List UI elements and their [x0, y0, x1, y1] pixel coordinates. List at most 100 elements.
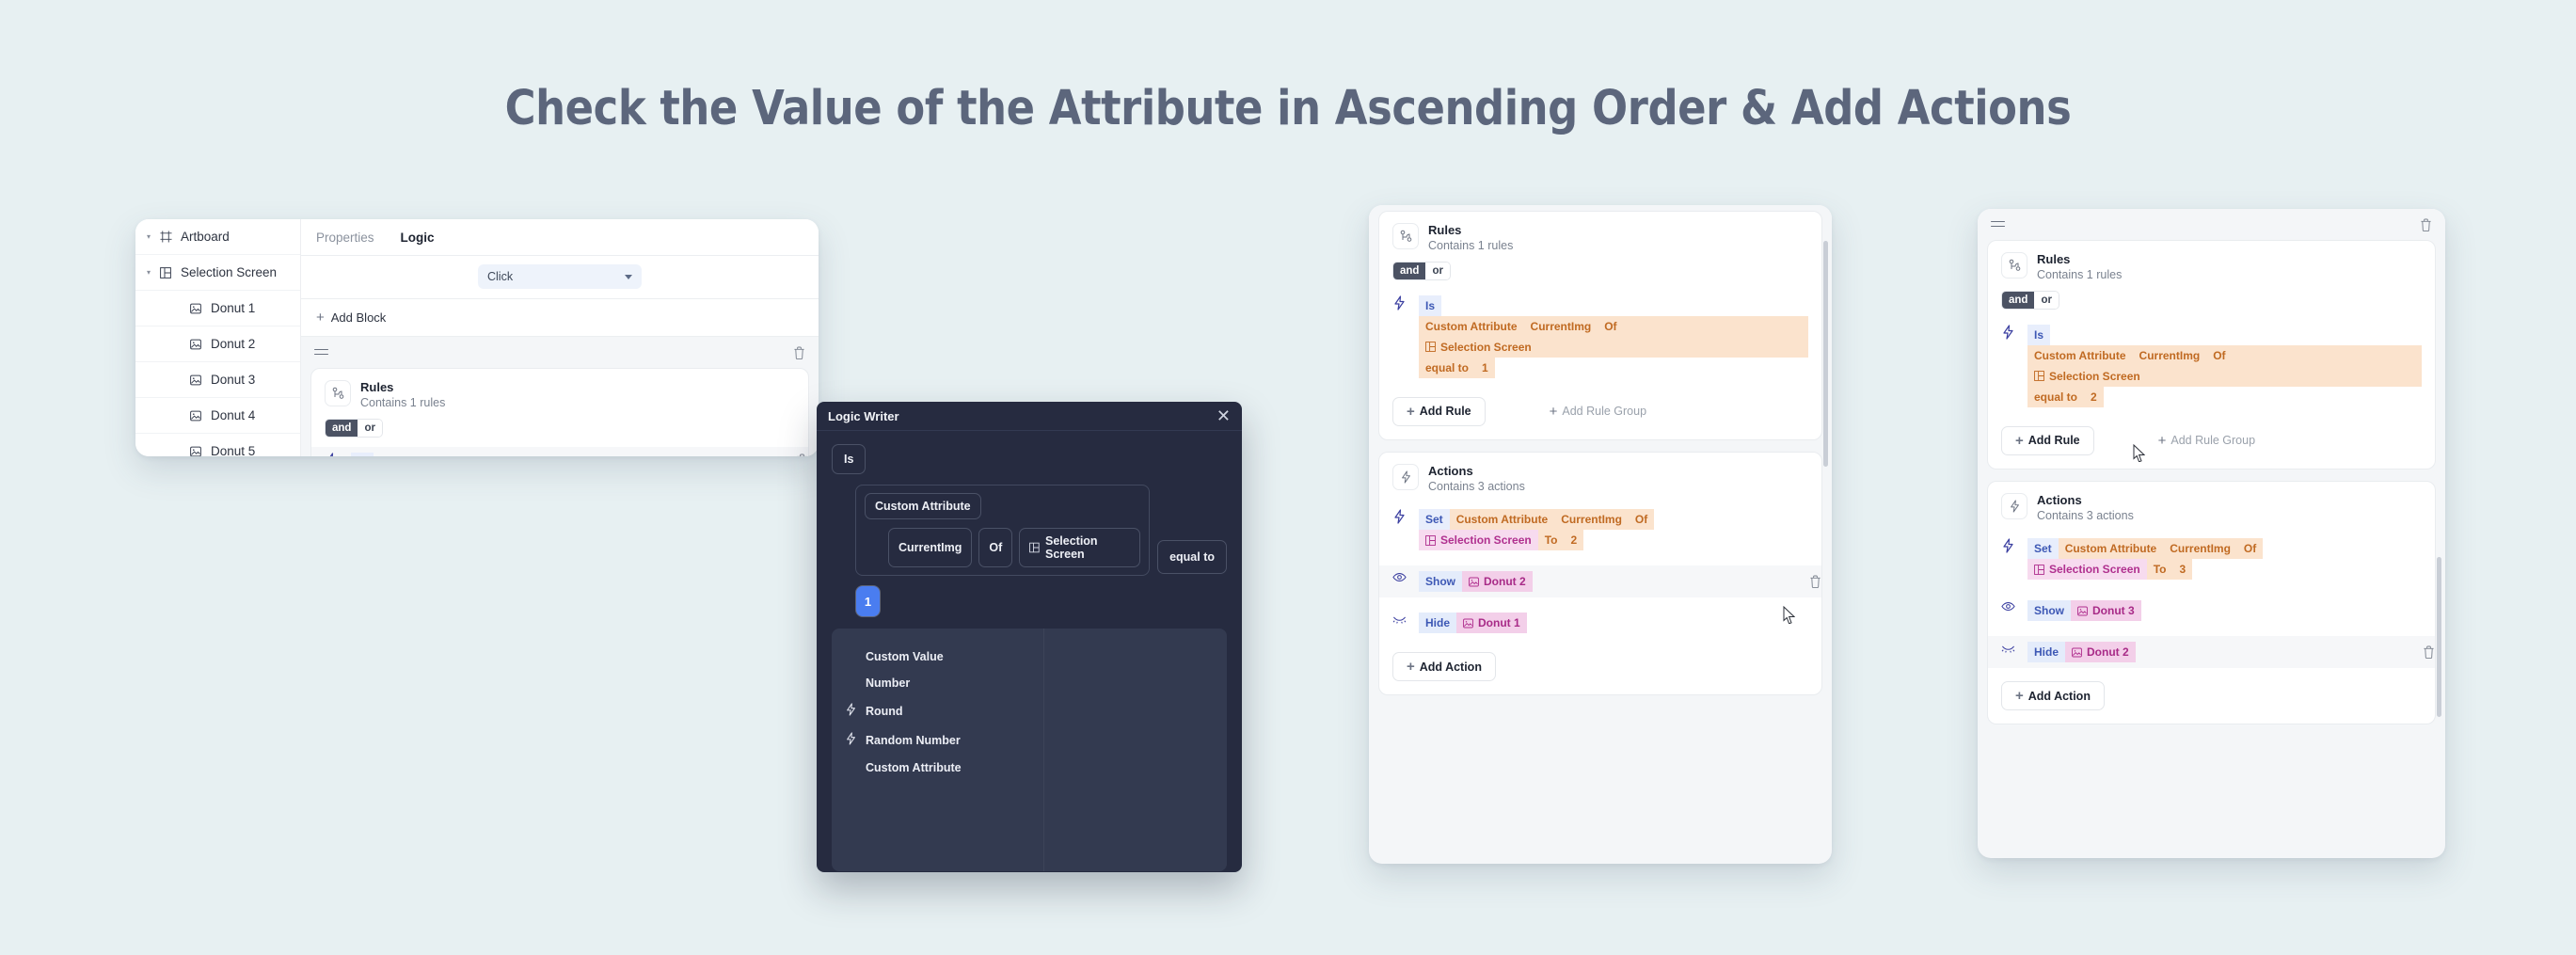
rule-row[interactable]: Is Custom Attribute CurrentImg Of	[311, 446, 808, 457]
action-attribute-label[interactable]: Custom Attribute	[2058, 538, 2164, 559]
plus-icon: +	[1549, 403, 1558, 420]
action-target[interactable]: Donut 2	[2065, 642, 2136, 662]
action-value[interactable]: 2	[1564, 530, 1584, 550]
add-rule-group-button[interactable]: + Add Rule Group	[1550, 405, 1646, 419]
modal-value-badge[interactable]: 1	[855, 585, 881, 617]
action-verb[interactable]: Show	[1419, 571, 1462, 592]
action-target-label: Selection Screen	[1440, 533, 1532, 547]
rule-attribute-name[interactable]: CurrentImg	[1523, 315, 1598, 337]
modal-target[interactable]: Selection Screen	[1019, 528, 1141, 567]
bolt-icon	[2001, 324, 2018, 407]
action-row[interactable]: Hide Donut 2	[1988, 636, 2435, 668]
add-rule-button[interactable]: + Add Rule	[1392, 396, 1486, 426]
modal-option-random-number[interactable]: Random Number	[832, 725, 1043, 755]
modal-attribute-name[interactable]: CurrentImg	[888, 528, 973, 567]
drag-handle-icon[interactable]	[1991, 220, 2005, 231]
layer-item-donut-2[interactable]: Donut 2	[135, 326, 300, 362]
modal-option-number[interactable]: Number	[832, 670, 1043, 696]
rule-operator[interactable]: Is	[1419, 294, 1442, 316]
delete-icon[interactable]	[2420, 218, 2432, 232]
and-or-toggle[interactable]: and or	[1392, 261, 1451, 280]
rules-card-footer: + Add Rule + Add Rule Group	[1392, 396, 1808, 426]
modal-option-custom-value[interactable]: Custom Value	[832, 644, 1043, 670]
layer-item-donut-1[interactable]: Donut 1	[135, 291, 300, 326]
rule-value[interactable]: 1	[1475, 357, 1495, 378]
action-delete-icon[interactable]	[2423, 645, 2435, 660]
layer-item-donut-5[interactable]: Donut 5	[135, 434, 300, 456]
rule-comparator[interactable]: equal to	[2027, 386, 2085, 407]
chevron-down-icon[interactable]: ▾	[147, 268, 160, 277]
action-target[interactable]: Selection Screen	[1419, 530, 1538, 550]
delete-icon[interactable]	[793, 346, 805, 360]
layer-item-donut-3[interactable]: Donut 3	[135, 362, 300, 398]
logic-editor-panel: ▾ Artboard ▾ Selection Screen Donut 1 Donut 2…	[135, 219, 819, 456]
and-or-toggle[interactable]: and or	[2001, 290, 2059, 310]
layer-item-selection-screen[interactable]: ▾ Selection Screen	[135, 255, 300, 291]
action-verb[interactable]: Hide	[1419, 613, 1457, 633]
modal-option-round[interactable]: Round	[832, 696, 1043, 725]
rule-attribute-name[interactable]: CurrentImg	[2132, 344, 2207, 366]
action-row[interactable]: Hide Donut 1	[1392, 607, 1808, 639]
or-option[interactable]: or	[358, 419, 382, 437]
chevron-down-icon[interactable]: ▾	[147, 232, 160, 241]
trigger-select[interactable]: Click	[478, 264, 642, 289]
rule-target[interactable]: Selection Screen	[1419, 336, 1538, 358]
rule-value[interactable]: 2	[2084, 386, 2104, 407]
modal-attribute-label[interactable]: Custom Attribute	[865, 493, 981, 519]
tab-logic[interactable]: Logic	[401, 231, 435, 245]
and-or-toggle[interactable]: and or	[325, 418, 383, 438]
action-verb[interactable]: Set	[1419, 509, 1450, 530]
add-action-button[interactable]: + Add Action	[2001, 681, 2105, 710]
action-target[interactable]: Donut 3	[2071, 600, 2141, 621]
modal-option-custom-attribute[interactable]: Custom Attribute	[832, 755, 1043, 781]
action-target[interactable]: Donut 1	[1456, 613, 1527, 633]
scrollbar-thumb[interactable]	[1823, 241, 1828, 467]
drag-handle-icon[interactable]	[314, 348, 328, 358]
action-attribute-label[interactable]: Custom Attribute	[1449, 509, 1555, 530]
rule-comparator[interactable]: equal to	[1419, 357, 1476, 378]
rule-attribute-label[interactable]: Custom Attribute	[2027, 344, 2133, 366]
action-target[interactable]: Selection Screen	[2027, 559, 2147, 580]
or-option[interactable]: or	[2034, 291, 2059, 309]
action-attribute-name[interactable]: CurrentImg	[1554, 509, 1629, 530]
action-verb[interactable]: Show	[2027, 600, 2071, 621]
scrollbar-thumb[interactable]	[2437, 557, 2441, 717]
rules-actions-panel-step2: Rules Contains 1 rules and or Is Custom …	[1978, 209, 2445, 858]
layer-item-donut-4[interactable]: Donut 4	[135, 398, 300, 434]
modal-operator[interactable]: Is	[832, 444, 867, 474]
or-option[interactable]: or	[1425, 262, 1450, 279]
tab-properties[interactable]: Properties	[316, 231, 374, 245]
action-verb[interactable]: Hide	[2027, 642, 2066, 662]
actions-card: Actions Contains 3 actions Set Custom Att…	[1378, 451, 1822, 695]
close-icon[interactable]: ✕	[1216, 407, 1231, 424]
rule-target[interactable]: Selection Screen	[2027, 365, 2147, 387]
action-row[interactable]: Show Donut 3	[2001, 595, 2422, 627]
action-value[interactable]: 3	[2172, 559, 2193, 580]
action-row[interactable]: Show Donut 2	[1379, 565, 1821, 597]
actions-title: Actions	[1428, 463, 1473, 478]
action-row[interactable]: Set Custom Attribute CurrentImg Of Selection…	[2001, 533, 2422, 585]
add-action-button[interactable]: + Add Action	[1392, 652, 1496, 681]
and-option[interactable]: and	[326, 419, 358, 437]
rule-row[interactable]: Is Custom Attribute CurrentImg Of Select…	[1392, 290, 1808, 384]
add-rule-group-button[interactable]: + Add Rule Group	[2158, 434, 2255, 448]
rule-delete-icon[interactable]	[796, 454, 808, 457]
rule-operator[interactable]: Is	[351, 452, 374, 456]
action-delete-icon[interactable]	[1809, 575, 1821, 589]
modal-comparator[interactable]: equal to	[1157, 540, 1227, 574]
layer-item-artboard[interactable]: ▾ Artboard	[135, 219, 300, 255]
action-attribute-name[interactable]: CurrentImg	[2163, 538, 2237, 559]
screen-icon	[2034, 564, 2044, 575]
rule-row[interactable]: Is Custom Attribute CurrentImg Of Select…	[2001, 319, 2422, 413]
and-option[interactable]: and	[2002, 291, 2035, 309]
action-verb[interactable]: Set	[2027, 538, 2059, 559]
page-title: Check the Value of the Attribute in Asce…	[504, 81, 2072, 136]
and-option[interactable]: and	[1393, 262, 1426, 279]
rule-operator[interactable]: Is	[2027, 324, 2051, 345]
rule-attribute-label[interactable]: Custom Attribute	[1419, 315, 1524, 337]
action-row[interactable]: Set Custom Attribute CurrentImg Of Selection…	[1392, 503, 1808, 556]
add-block-button[interactable]: + Add Block	[301, 299, 819, 337]
action-target[interactable]: Donut 2	[1462, 571, 1533, 592]
add-rule-button[interactable]: + Add Rule	[2001, 425, 2094, 455]
rule-target-label: Selection Screen	[2049, 369, 2140, 383]
